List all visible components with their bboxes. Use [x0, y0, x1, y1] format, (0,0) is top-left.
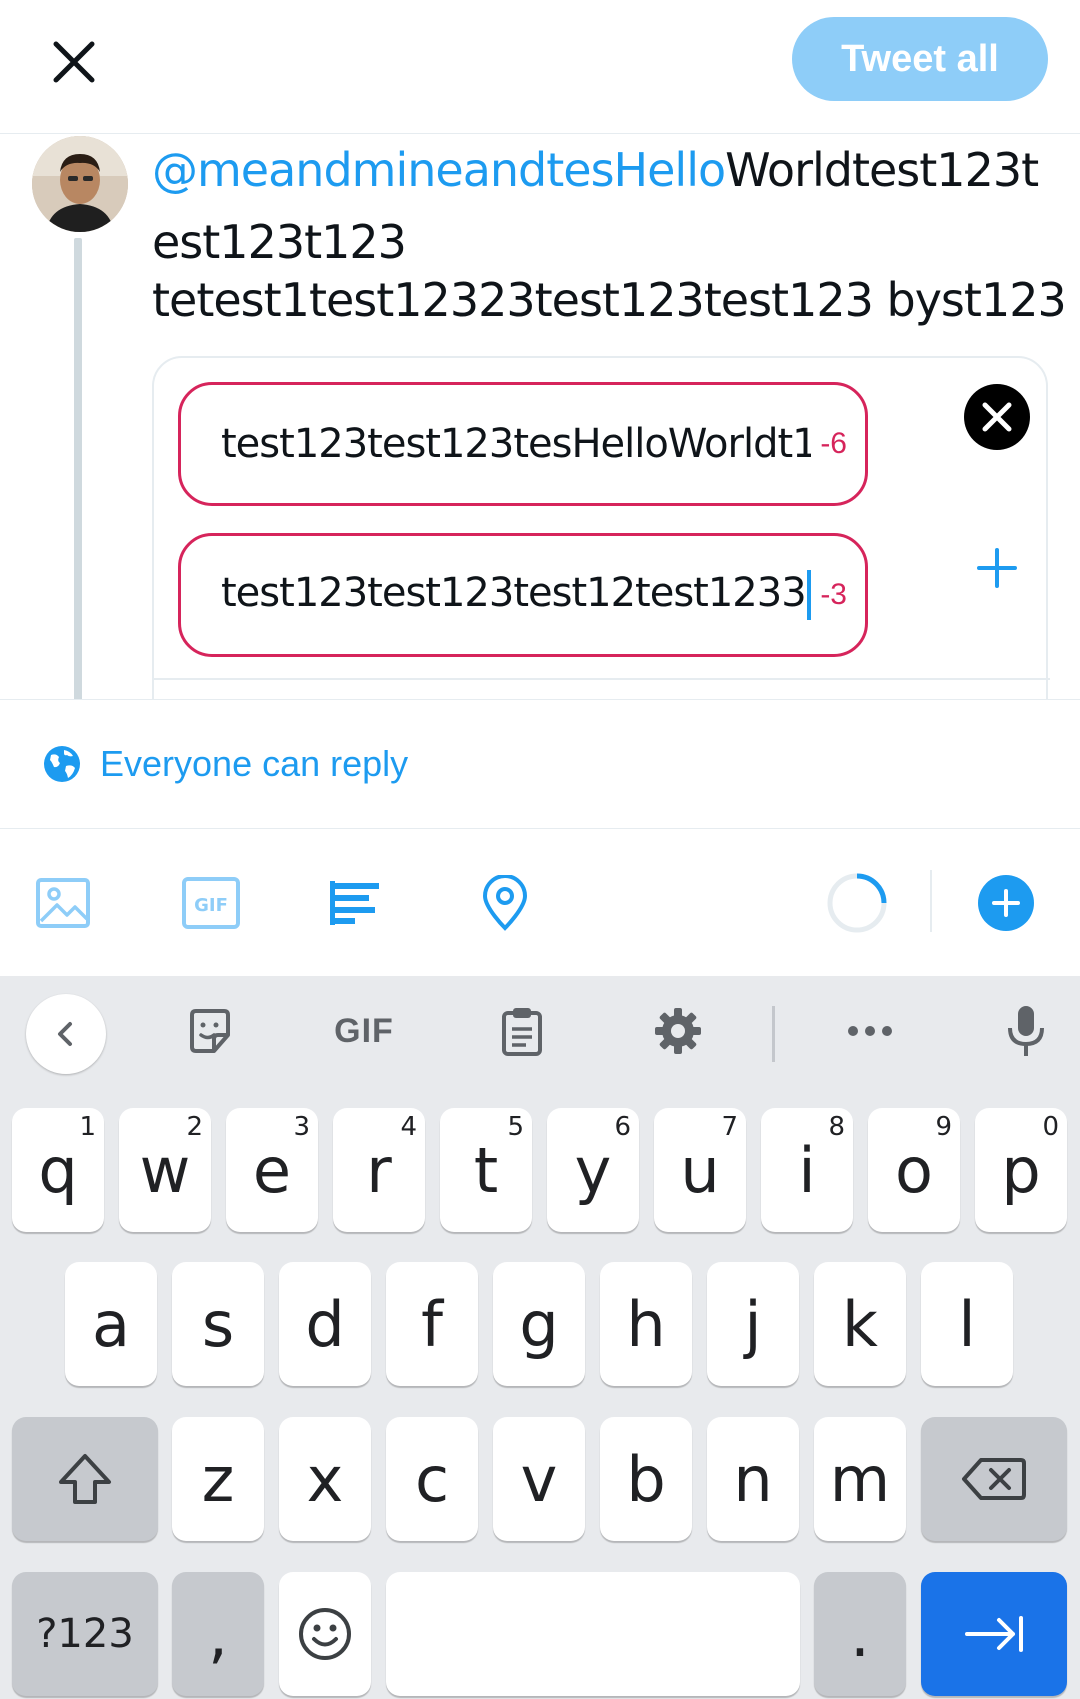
key-i[interactable]: i8	[761, 1108, 853, 1232]
tweet-text-input[interactable]: @meandmineandtesHelloWorldtest123test123…	[152, 134, 1052, 278]
poll-choice-2[interactable]: test123test123test12test1233 -3	[178, 533, 868, 657]
microphone-icon	[1008, 1006, 1044, 1056]
key-g[interactable]: g	[493, 1262, 585, 1386]
svg-text:GIF: GIF	[194, 895, 228, 916]
location-button[interactable]	[472, 870, 538, 936]
key-u[interactable]: u7	[654, 1108, 746, 1232]
key-c[interactable]: c	[386, 1417, 478, 1541]
emoji-key[interactable]	[279, 1572, 371, 1696]
reply-settings[interactable]: Everyone can reply	[0, 699, 1080, 829]
media-button[interactable]	[30, 870, 96, 936]
clipboard-button[interactable]	[482, 996, 562, 1066]
key-r[interactable]: r4	[333, 1108, 425, 1232]
poll-choice-1-counter: -6	[820, 427, 847, 460]
sticker-button[interactable]	[170, 996, 250, 1066]
backspace-key[interactable]	[921, 1417, 1067, 1541]
reply-settings-label: Everyone can reply	[100, 743, 409, 784]
add-choice-button[interactable]	[962, 533, 1032, 603]
key-s[interactable]: s	[172, 1262, 264, 1386]
space-key[interactable]	[386, 1572, 800, 1696]
key-l[interactable]: l	[921, 1262, 1013, 1386]
keyboard-settings-button[interactable]	[638, 996, 718, 1066]
thread-line	[74, 238, 82, 699]
keyboard-toolbar: GIF	[0, 976, 1080, 1088]
keyboard-gif-button[interactable]: GIF	[324, 996, 404, 1066]
shift-icon	[59, 1454, 111, 1504]
key-e[interactable]: e3	[226, 1108, 318, 1232]
key-m[interactable]: m	[814, 1417, 906, 1541]
close-button[interactable]	[40, 28, 108, 96]
shift-key[interactable]	[12, 1417, 158, 1541]
keyboard-back-button[interactable]	[26, 994, 106, 1074]
key-v[interactable]: v	[493, 1417, 585, 1541]
key-j[interactable]: j	[707, 1262, 799, 1386]
clipboard-icon	[502, 1008, 542, 1056]
image-icon	[36, 878, 90, 928]
tweet-text-line3: tetest1test12323test123test123 byst123	[152, 273, 1067, 327]
key-b[interactable]: b	[600, 1417, 692, 1541]
key-k[interactable]: k	[814, 1262, 906, 1386]
emoji-icon	[299, 1608, 351, 1660]
remove-poll-button[interactable]	[964, 384, 1030, 450]
tab-next-key[interactable]	[921, 1572, 1067, 1696]
key-w[interactable]: w2	[119, 1108, 211, 1232]
compose-area: @meandmineandtesHelloWorldtest123test123…	[0, 134, 1080, 699]
text-caret	[806, 570, 811, 620]
globe-icon	[44, 746, 80, 782]
tweet-all-button[interactable]: Tweet all	[792, 17, 1048, 101]
more-icon	[848, 1026, 892, 1036]
key-p[interactable]: p0	[975, 1108, 1067, 1232]
soft-keyboard: GIF q 1 w 2 e 3 r 4 t 5 y 6 u 7 i 8 o 9 …	[0, 976, 1080, 1699]
poll-choice-1[interactable]: test123test123tesHelloWorldt123 -6	[178, 382, 868, 506]
poll-choice-2-value: test123test123test12test1233	[221, 570, 807, 616]
tab-arrow-icon	[965, 1616, 1023, 1652]
key-o[interactable]: o9	[868, 1108, 960, 1232]
add-tweet-button[interactable]	[978, 875, 1034, 931]
key-x[interactable]: x	[279, 1417, 371, 1541]
gif-button[interactable]: GIF	[178, 870, 244, 936]
character-progress	[824, 870, 890, 936]
key-a[interactable]: a	[65, 1262, 157, 1386]
poll-icon	[330, 881, 379, 925]
compose-toolbar: GIF	[0, 830, 1080, 976]
voice-input-button[interactable]	[986, 996, 1066, 1066]
gear-icon	[655, 1008, 701, 1054]
poll-box: test123test123tesHelloWorldt123 -6 test1…	[152, 356, 1050, 699]
more-options-button[interactable]	[830, 996, 910, 1066]
key-f[interactable]: f	[386, 1262, 478, 1386]
add-tweet-icon	[992, 889, 1020, 917]
progress-ring-icon	[827, 873, 887, 933]
location-icon	[482, 875, 528, 931]
close-icon	[53, 41, 95, 83]
key-h[interactable]: h	[600, 1262, 692, 1386]
compose-header: Tweet all	[0, 0, 1080, 134]
key-n[interactable]: n	[707, 1417, 799, 1541]
toolbar-separator	[930, 870, 932, 932]
avatar[interactable]	[32, 136, 128, 232]
symbols-key[interactable]: ?123	[12, 1572, 158, 1696]
key-t[interactable]: t5	[440, 1108, 532, 1232]
keyboard-toolbar-separator	[772, 1006, 775, 1062]
period-key[interactable]: .	[814, 1572, 906, 1696]
poll-button[interactable]	[322, 870, 388, 936]
tweet-mention[interactable]: @meandmineandtesHello	[152, 143, 726, 197]
poll-divider	[154, 678, 1050, 680]
key-y[interactable]: y6	[547, 1108, 639, 1232]
comma-key[interactable]: ,	[172, 1572, 264, 1696]
key-z[interactable]: z	[172, 1417, 264, 1541]
poll-choice-2-counter: -3	[820, 578, 847, 611]
poll-choice-1-value: test123test123tesHelloWorldt123	[221, 421, 811, 467]
backspace-icon	[962, 1458, 1026, 1500]
key-q[interactable]: q1	[12, 1108, 104, 1232]
key-d[interactable]: d	[279, 1262, 371, 1386]
sticker-icon	[190, 1009, 230, 1053]
gif-icon: GIF	[182, 877, 240, 929]
chevron-left-icon	[58, 1022, 72, 1046]
close-icon	[982, 402, 1012, 432]
plus-icon	[977, 548, 1017, 588]
